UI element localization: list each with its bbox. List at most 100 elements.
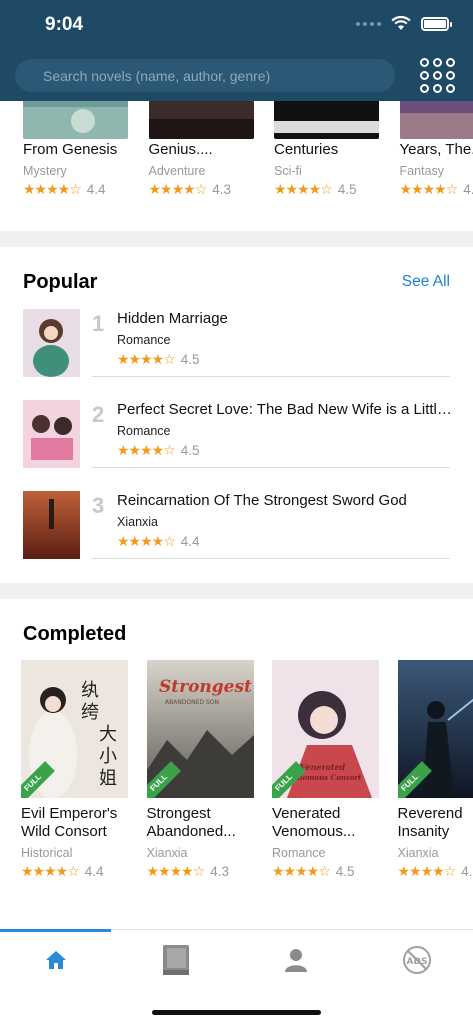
book-title: Venerated Venomous... (272, 805, 356, 840)
book-rating: ★★★★☆ 4.5 (117, 351, 200, 368)
status-time: 9:04 (45, 14, 84, 35)
svg-text:ADS: ADS (407, 957, 428, 967)
rank-number: 1 (92, 311, 105, 336)
rating-value: 4.3 (210, 864, 230, 879)
book-cover (399, 101, 473, 139)
tab-library[interactable] (156, 942, 196, 978)
rating-value: 4.4 (86, 182, 106, 197)
book-card[interactable]: Strongest ABANDONED SON FULL Strongest A… (126, 660, 254, 880)
library-icon (163, 945, 189, 975)
book-genre: Fantasy (399, 164, 444, 178)
rating-value: 4.5 (180, 443, 200, 458)
tab-home[interactable] (36, 942, 76, 978)
svg-text:Strongest: Strongest (159, 677, 252, 697)
completed-section: Completed 纨 绔 大 小 姐 FULL Evil Emperor's … (0, 599, 473, 929)
book-cover (23, 400, 80, 468)
tab-no-ads[interactable]: ADS (397, 942, 437, 978)
active-tab-indicator (0, 929, 111, 932)
rating-value: 4.4 (84, 864, 104, 879)
star-rating-icon: ★★★★☆ (117, 442, 176, 458)
star-rating-icon: ★★★★☆ (146, 863, 206, 879)
book-cover (274, 101, 379, 139)
star-rating-icon: ★★★★☆ (23, 181, 82, 197)
categories-grid-button[interactable] (420, 58, 456, 94)
book-rating: ★★★★☆ 4.4 (117, 533, 200, 550)
bottom-tab-bar: ADS (0, 929, 473, 1024)
book-cover (23, 101, 128, 139)
book-genre: Xianxia (117, 515, 158, 529)
popular-list-item[interactable]: 1 Hidden Marriage Romance ★★★★☆ 4.5 (23, 309, 450, 389)
cellular-signal-icon (356, 21, 381, 26)
top-books-row: Restarting From Genesis Mystery ★★★★☆ 4.… (0, 101, 473, 198)
status-icons (356, 16, 452, 31)
book-genre: Sci-fi (274, 164, 302, 178)
book-card[interactable]: 纨 绔 大 小 姐 FULL Evil Emperor's Wild Conso… (0, 660, 128, 880)
divider (92, 376, 450, 377)
book-cover: Strongest ABANDONED SON FULL (146, 660, 254, 798)
app-header: 9:04 Search novels (name, author, genre) (0, 0, 473, 101)
popular-section: Popular See All 1 Hidden Marriage Romanc… (0, 247, 473, 583)
no-ads-icon: ADS (403, 946, 431, 974)
star-rating-icon: ★★★★☆ (274, 181, 333, 197)
book-genre: Romance (117, 424, 171, 438)
book-rating: ★★★★☆ 4.5 (272, 863, 377, 880)
book-cover: 纨 绔 大 小 姐 FULL (21, 660, 128, 798)
book-genre: Xianxia (146, 846, 188, 860)
book-cover (148, 101, 254, 139)
book-rating: ★★★★☆ 4.5 (117, 442, 200, 459)
svg-text:ABANDONED SON: ABANDONED SON (165, 699, 219, 706)
search-input[interactable]: Search novels (name, author, genre) (15, 59, 395, 92)
book-genre: Romance (272, 846, 326, 860)
book-genre: Mystery (23, 164, 67, 178)
svg-text:Venerated: Venerated (300, 762, 346, 772)
star-rating-icon: ★★★★☆ (272, 863, 331, 879)
book-title: Reverend Insanity (397, 805, 463, 840)
book-card[interactable]: Sign In Ten Years, The... Fantasy ★★★★☆ … (377, 101, 473, 198)
star-rating-icon: ★★★★☆ (21, 863, 80, 879)
svg-text:绔: 绔 (81, 702, 99, 723)
popular-list-item[interactable]: 3 Reincarnation Of The Strongest Sword G… (23, 491, 450, 571)
top-books-section: Restarting From Genesis Mystery ★★★★☆ 4.… (0, 101, 473, 231)
star-rating-icon: ★★★★☆ (148, 181, 208, 197)
rank-number: 3 (92, 493, 105, 518)
star-rating-icon: ★★★★☆ (397, 863, 457, 879)
book-cover: Venerated Venomous Consort FULL (272, 660, 379, 798)
rating-value: 4.5 (180, 352, 200, 367)
completed-books-row: 纨 绔 大 小 姐 FULL Evil Emperor's Wild Conso… (0, 660, 473, 880)
book-card[interactable]: Restarting From Genesis Mystery ★★★★☆ 4.… (0, 101, 128, 198)
divider (92, 467, 450, 468)
star-rating-icon: ★★★★☆ (399, 181, 459, 197)
book-genre: Romance (117, 333, 171, 347)
wifi-icon (391, 16, 411, 30)
book-cover (23, 309, 80, 377)
home-indicator (152, 1010, 321, 1015)
see-all-link[interactable]: See All (402, 273, 450, 291)
popular-list-item[interactable]: 2 Perfect Secret Love: The Bad New Wife … (23, 400, 453, 480)
svg-text:小: 小 (99, 746, 117, 767)
book-card[interactable]: Five Frozen Centuries Sci-fi ★★★★☆ 4.5 (251, 101, 379, 198)
rating-value: 4.3 (212, 182, 232, 197)
battery-icon (421, 16, 452, 31)
book-card[interactable]: Re-Birth Of A Genius.... Adventure ★★★★☆… (126, 101, 254, 198)
star-rating-icon: ★★★★☆ (117, 533, 176, 549)
book-title: Reincarnation Of The Strongest Sword God (117, 492, 407, 509)
home-icon (46, 951, 66, 969)
book-rating: ★★★★☆ 4.4 (21, 863, 126, 880)
book-title: Hidden Marriage (117, 310, 228, 327)
rating-value: 4.5 (463, 182, 473, 197)
star-rating-icon: ★★★★☆ (117, 351, 176, 367)
profile-icon (285, 949, 307, 972)
book-card[interactable]: FULL Reverend Insanity Xianxia ★★★★☆ 4.5 (377, 660, 473, 880)
book-card[interactable]: Venerated Venomous Consort FULL Venerate… (251, 660, 379, 880)
book-rating: ★★★★☆ 4.4 (23, 181, 126, 198)
search-placeholder: Search novels (name, author, genre) (43, 67, 271, 84)
tab-profile[interactable] (276, 942, 316, 978)
svg-text:姐: 姐 (99, 768, 117, 789)
svg-text:大: 大 (99, 724, 117, 745)
book-title: Strongest Abandoned... (146, 805, 236, 840)
book-rating: ★★★★☆ 4.5 (400, 181, 473, 198)
book-genre: Xianxia (397, 846, 439, 860)
book-rating: ★★★★☆ 4.3 (147, 863, 252, 880)
rank-number: 2 (92, 402, 105, 427)
book-cover (23, 491, 80, 559)
